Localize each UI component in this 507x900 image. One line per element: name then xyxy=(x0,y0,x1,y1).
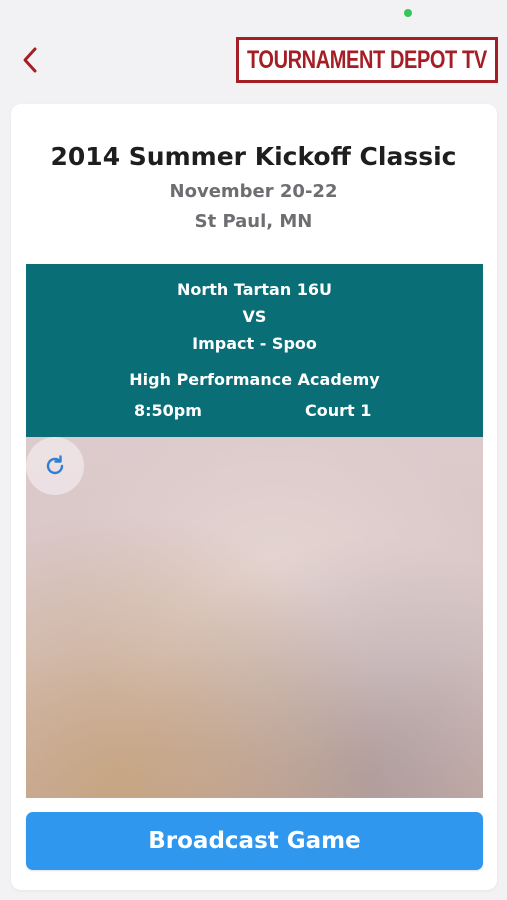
chevron-left-icon xyxy=(23,47,37,73)
tournament-depot-tv-logo: TOURNAMENT DEPOT TV xyxy=(236,37,498,83)
game-time: 8:50pm xyxy=(134,401,202,420)
event-dates: November 20-22 xyxy=(169,181,338,202)
venue-name: High Performance Academy xyxy=(129,370,380,389)
camera-preview[interactable] xyxy=(26,437,483,798)
logo-text: TOURNAMENT DEPOT TV xyxy=(247,45,487,74)
event-title: 2014 Summer Kickoff Classic xyxy=(50,142,457,171)
court-name: Court 1 xyxy=(305,401,372,420)
game-info-banner: North Tartan 16U VS Impact - Spoo High P… xyxy=(26,264,483,437)
team-away: Impact - Spoo xyxy=(192,334,317,353)
back-button[interactable] xyxy=(12,40,48,80)
refresh-icon xyxy=(46,455,64,475)
team-home: North Tartan 16U xyxy=(176,280,333,299)
status-indicator-dot xyxy=(404,9,412,17)
versus-label: VS xyxy=(242,307,267,326)
broadcast-game-label: Broadcast Game xyxy=(148,828,361,854)
event-location: St Paul, MN xyxy=(194,211,313,232)
broadcast-game-button[interactable]: Broadcast Game xyxy=(26,812,483,870)
refresh-camera-button[interactable] xyxy=(26,437,84,495)
status-bar xyxy=(0,0,507,28)
